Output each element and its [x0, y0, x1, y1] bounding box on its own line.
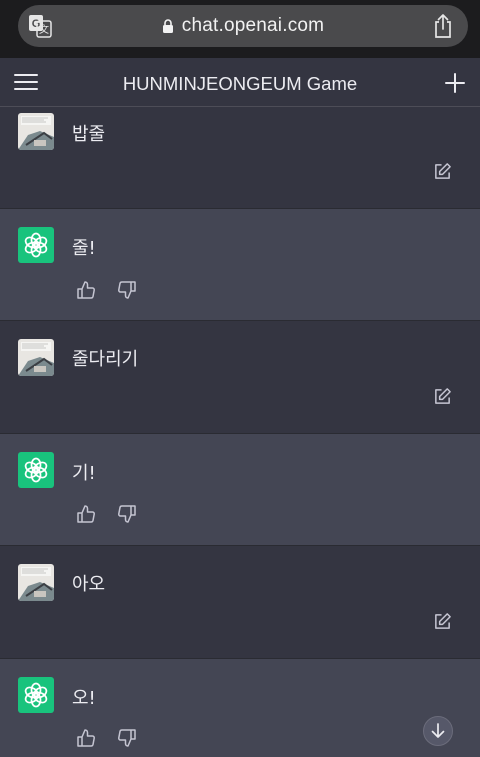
user-avatar: [18, 339, 54, 376]
message-text: 줄다리기: [72, 349, 139, 370]
message-text: 오!: [72, 688, 96, 709]
message-text: 줄!: [72, 238, 96, 259]
assistant-avatar: [18, 227, 54, 263]
lock-icon: [162, 18, 173, 33]
assistant-message: 줄!: [0, 209, 480, 321]
message-text: 아오: [72, 574, 106, 595]
thumbs-up-icon[interactable]: [76, 728, 96, 748]
user-avatar: [18, 113, 54, 150]
assistant-message: 기!: [0, 434, 480, 546]
edit-icon[interactable]: [433, 612, 452, 631]
edit-icon[interactable]: [433, 387, 452, 406]
message-text: 밥줄: [72, 124, 106, 145]
thumbs-up-icon[interactable]: [76, 280, 96, 300]
thumbs-down-icon[interactable]: [117, 280, 137, 300]
user-message: 아오: [0, 546, 480, 659]
address-bar[interactable]: G 文 chat.openai.com: [18, 5, 468, 47]
thumbs-up-icon[interactable]: [76, 504, 96, 524]
arrow-down-icon: [431, 723, 445, 738]
assistant-avatar: [18, 452, 54, 488]
browser-toolbar: G 文 chat.openai.com: [0, 0, 480, 58]
thumbs-down-icon[interactable]: [117, 504, 137, 524]
thumbs-down-icon[interactable]: [117, 728, 137, 748]
page-title: HUNMINJEONGEUM Game: [122, 73, 358, 94]
plus-icon[interactable]: [444, 72, 466, 94]
assistant-avatar: [18, 677, 54, 713]
user-message: 밥줄: [0, 107, 480, 209]
scroll-to-bottom-button[interactable]: [423, 716, 453, 746]
app-header: HUNMINJEONGEUM Game: [0, 58, 480, 107]
conversation: 밥줄 줄! 줄다리기 기! 아오 오!: [0, 107, 480, 757]
assistant-message: 오!: [0, 659, 480, 757]
message-text: 기!: [72, 463, 96, 484]
share-icon[interactable]: [432, 13, 454, 39]
user-message: 줄다리기: [0, 321, 480, 434]
edit-icon[interactable]: [433, 162, 452, 181]
url-text[interactable]: chat.openai.com: [182, 15, 324, 37]
user-avatar: [18, 564, 54, 601]
